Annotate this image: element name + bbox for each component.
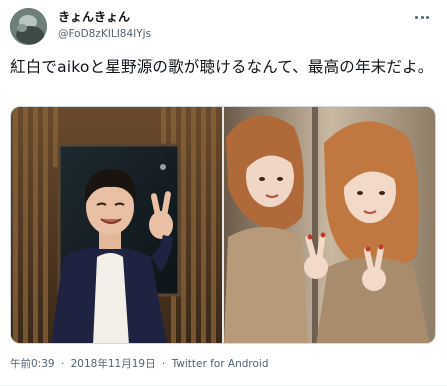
more-dot xyxy=(426,15,429,19)
tweet-time[interactable]: 午前0:39 xyxy=(10,358,55,370)
more-icon[interactable] xyxy=(412,10,432,24)
mirror-selfie-image xyxy=(224,107,435,343)
meta-separator: · xyxy=(161,358,166,370)
tweet-date[interactable]: 2018年11月19日 xyxy=(71,358,156,370)
more-dot xyxy=(415,15,418,19)
studio-photo-image xyxy=(11,107,222,343)
tweet-meta: 午前0:39 · 2018年11月19日 · Twitter for Andro… xyxy=(10,357,269,371)
tweet-source[interactable]: Twitter for Android xyxy=(172,358,269,370)
avatar-image xyxy=(10,8,47,45)
display-name[interactable]: きょんきょん xyxy=(58,9,130,25)
media-grid[interactable] xyxy=(10,106,436,344)
tweet: きょんきょん @FoD8zKILI84IYjs 紅白でaikoと星野源の歌が聴け… xyxy=(0,0,447,386)
tweet-text: 紅白でaikoと星野源の歌が聴けるなんて、最高の年末だよ。 xyxy=(10,58,434,76)
studio-photo[interactable] xyxy=(11,107,222,343)
mirror-selfie-photo[interactable] xyxy=(224,107,435,343)
more-dot xyxy=(420,15,424,19)
user-handle[interactable]: @FoD8zKILI84IYjs xyxy=(58,27,151,41)
avatar[interactable] xyxy=(10,8,47,45)
meta-separator: · xyxy=(60,358,65,370)
